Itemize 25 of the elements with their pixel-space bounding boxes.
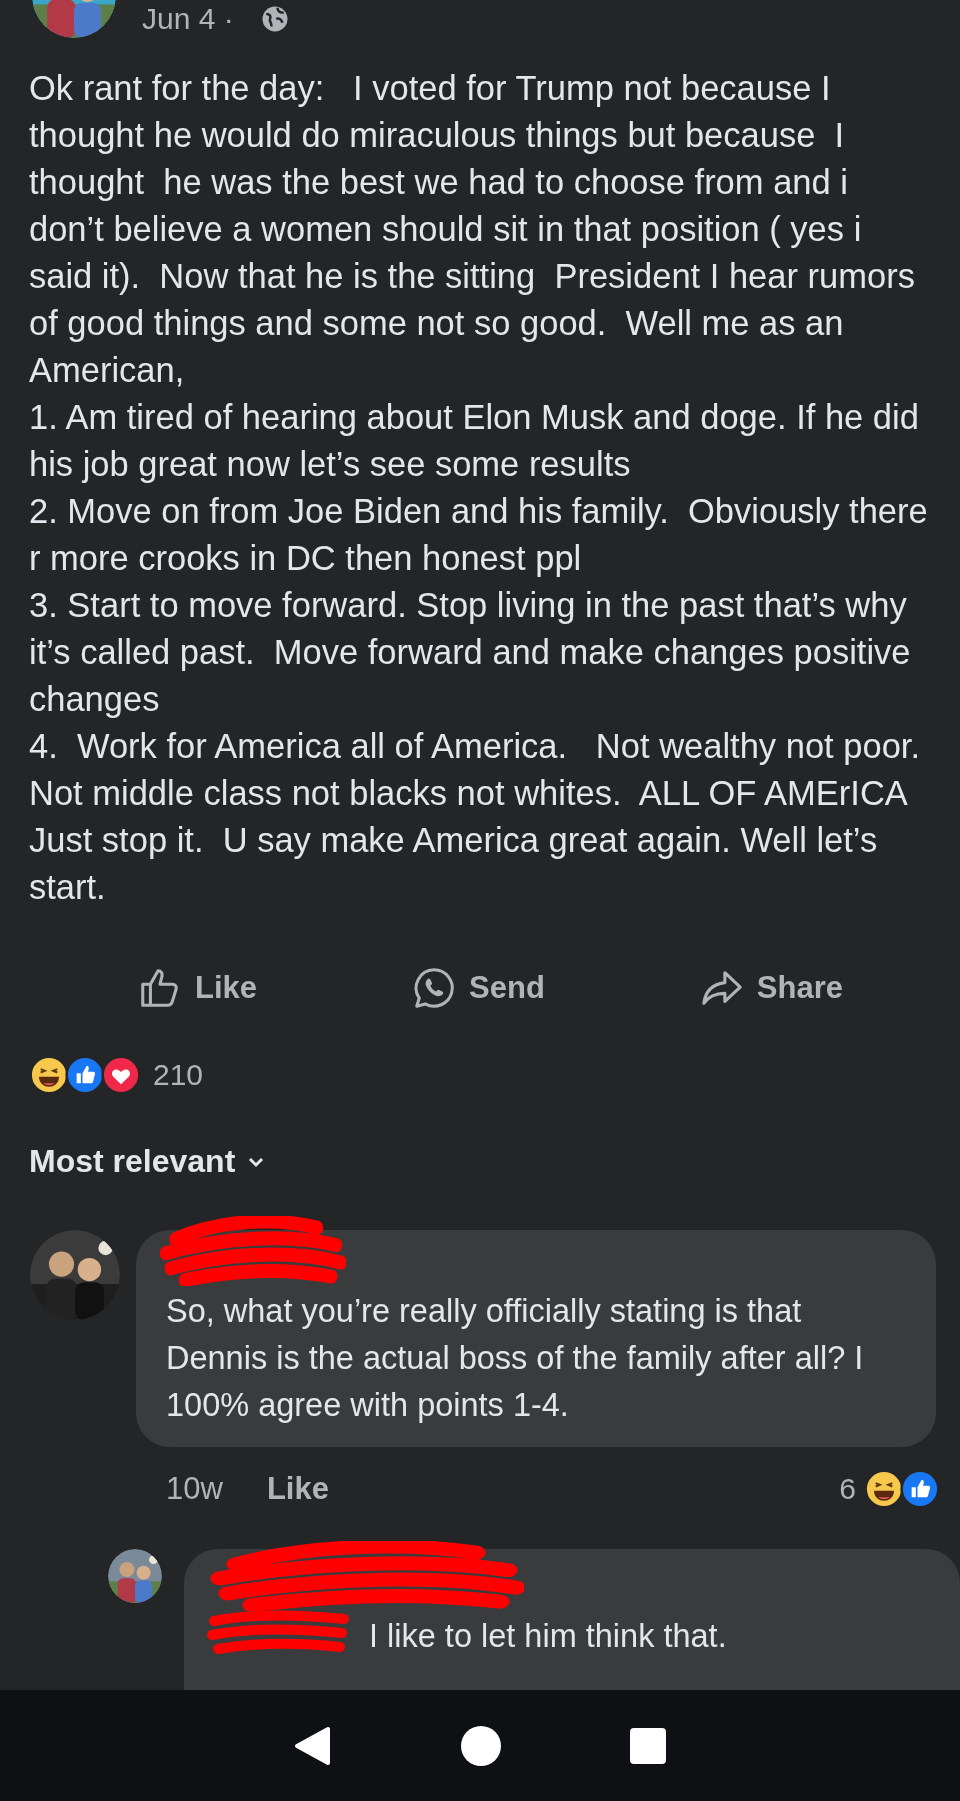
post-text: 2. Move on from Joe Biden and his family. Obviously there r more crooks in DC then honest ppl [29, 491, 929, 579]
laughing-emoji-icon [864, 1469, 904, 1509]
laughing-emoji-icon [29, 1055, 69, 1095]
home-icon[interactable] [461, 1725, 501, 1766]
post-text: Ok rant for the day: I voted for Trump not because I thought he would do miraculous things but because I thought he was the best we had to choose from and i don’t believe a women should sit in that position ( yes i said it). Now that he is the sitting President I hear rumors of good things and some not so good. Well me as an American, [29, 68, 916, 391]
post-date: Jun 4 · [142, 2, 234, 37]
post-text: Just stop it. U say make America great again. Well let’s start. [29, 820, 879, 908]
post-text: 4. Work for America all of America. Not wealthy not poor. Not middle class not blacks not whites. ALL OF AMErICA [29, 726, 921, 814]
recents-icon[interactable] [629, 1727, 666, 1764]
reply-text: I like to let him think that. [369, 1617, 728, 1656]
thumbs-up-icon [65, 1055, 105, 1095]
back-icon[interactable] [294, 1725, 333, 1766]
reaction-count: 6 [839, 1472, 856, 1506]
comment-like-button[interactable]: Like [266, 1471, 329, 1507]
comment-text: So, what you’re really officially stating is that Dennis is the actual boss of the family after all? I 100% agree with points 1-4. [166, 1292, 865, 1425]
post-text: 1. Am tired of hearing about Elon Musk and doge. If he did his job great now let’s see some results [29, 397, 920, 485]
reaction-count: 210 [153, 1058, 204, 1092]
share-button[interactable]: Share [694, 961, 847, 1015]
sort-dropdown[interactable]: Most relevant [29, 1143, 266, 1180]
chevron-down-icon [247, 1155, 266, 1168]
send-button[interactable]: Send [407, 961, 549, 1015]
post-text: 3. Start to move forward. Stop living in the past that’s why it’s called past. Move forward and make changes positive changes [29, 585, 912, 720]
thumbs-up-icon [900, 1469, 940, 1509]
comment-time: 10w [166, 1471, 223, 1507]
like-button[interactable]: Like [133, 961, 262, 1015]
